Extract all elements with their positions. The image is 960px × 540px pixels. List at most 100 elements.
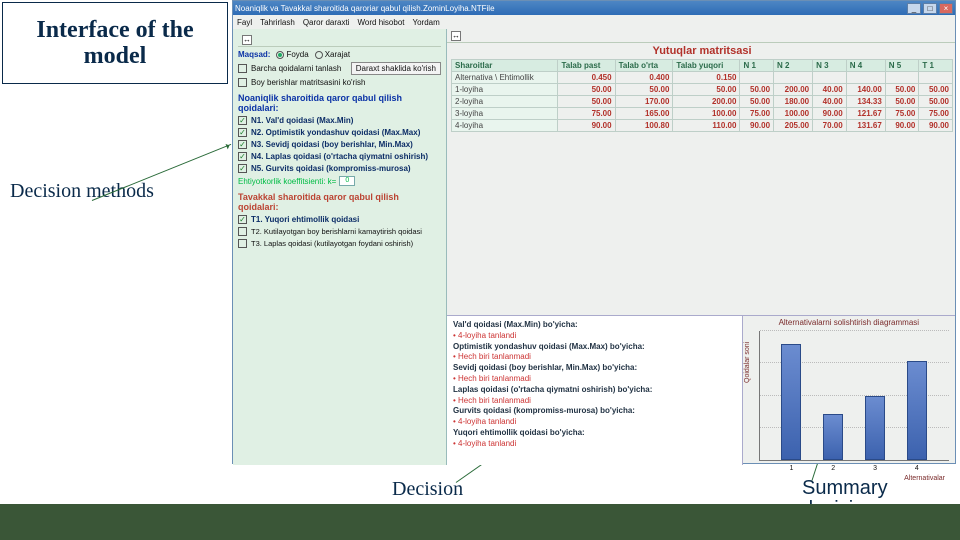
menu-edit[interactable]: Tahrirlash xyxy=(260,18,295,27)
cell: 90.00 xyxy=(885,120,919,132)
th-t1: T 1 xyxy=(919,60,953,72)
label-decision: Decision xyxy=(392,478,463,501)
window-close-button[interactable]: × xyxy=(939,3,953,14)
menu-help[interactable]: Yordam xyxy=(413,18,440,27)
cell: 121.67 xyxy=(846,108,885,120)
chk-select-all[interactable] xyxy=(238,64,247,73)
row-label: 2-loyiha xyxy=(452,96,558,108)
cell: 75.00 xyxy=(919,108,953,120)
cell: 70.00 xyxy=(813,120,847,132)
chart-bar xyxy=(823,414,843,460)
cell xyxy=(774,72,813,84)
cell: 50.00 xyxy=(558,84,615,96)
cell: 90.00 xyxy=(740,120,774,132)
row-label: 1-loyiha xyxy=(452,84,558,96)
matrix-area: Yutuqlar matritsasi Sharoitlar Talab pas… xyxy=(447,43,955,315)
cell: 140.00 xyxy=(846,84,885,96)
cell: 100.00 xyxy=(673,108,740,120)
radio-profit[interactable] xyxy=(276,51,284,59)
cell xyxy=(846,72,885,84)
table-row: 3-loyiha75.00165.00100.0075.00100.0090.0… xyxy=(452,108,953,120)
btn-tree-view[interactable]: Daraxt shaklida ko'rish xyxy=(351,62,441,75)
chk-show-loss-matrix[interactable] xyxy=(238,78,247,87)
menu-tree[interactable]: Qaror darахti xyxy=(303,18,350,27)
menu-report[interactable]: Word hisobot xyxy=(358,18,405,27)
cell: 50.00 xyxy=(558,96,615,108)
menubar: Fayl Tahrirlash Qaror darахti Word hisob… xyxy=(233,15,955,29)
row-label: 4-loyiha xyxy=(452,120,558,132)
coef-row: Ehtiyotkorlik koeffitsienti: k= 0 xyxy=(238,176,441,186)
expand-icon[interactable]: ↔ xyxy=(242,35,252,45)
bar-chart: Qoidalar soni Alternativalar 1234 xyxy=(759,331,949,461)
cell: 100.00 xyxy=(774,108,813,120)
chart-panel: Alternativalarni solishtirish diagrammas… xyxy=(742,316,955,465)
chk-n2[interactable] xyxy=(238,128,247,137)
th-n5: N 5 xyxy=(885,60,919,72)
left-panel: ↔ Maqsad: Foyda Xarajat Barcha qoidalarn… xyxy=(233,29,447,465)
chk-t2[interactable] xyxy=(238,227,247,236)
window-max-button[interactable]: □ xyxy=(923,3,937,14)
rule-t2: T2. Kutilayotgan boy berishlarni kamayti… xyxy=(251,227,422,236)
window-titlebar[interactable]: Noaniqlik va Tavakkal sharoitida qaroria… xyxy=(233,1,955,15)
table-row: 4-loyiha90.00100.80110.0090.00205.0070.0… xyxy=(452,120,953,132)
th-n2: N 2 xyxy=(774,60,813,72)
rule-n2: N2. Optimistik yondashuv qoidasi (Max.Ma… xyxy=(251,128,420,137)
cell: 50.00 xyxy=(615,84,673,96)
decision-results: Val'd qoidasi (Max.Min) bo'yicha:• 4-loy… xyxy=(447,316,742,465)
cell: 90.00 xyxy=(919,120,953,132)
cell: 170.00 xyxy=(615,96,673,108)
chart-bar xyxy=(907,361,927,460)
th-n3: N 3 xyxy=(813,60,847,72)
chk-n5[interactable] xyxy=(238,164,247,173)
cell: 200.00 xyxy=(673,96,740,108)
cell: 131.67 xyxy=(846,120,885,132)
chart-title: Alternativalarni solishtirish diagrammas… xyxy=(743,316,955,329)
window-min-button[interactable]: _ xyxy=(907,3,921,14)
radio-cost[interactable] xyxy=(315,51,323,59)
cell: 50.00 xyxy=(885,84,919,96)
cell: 90.00 xyxy=(558,120,615,132)
result-best: • 4-loyiha tanlandi xyxy=(453,417,736,428)
result-best: • Hech biri tanlanmadi xyxy=(453,352,736,363)
slide-title: Interface of the model xyxy=(2,2,228,84)
cell: 0.450 xyxy=(558,72,615,84)
window-title: Noaniqlik va Tavakkal sharoitida qaroria… xyxy=(235,4,495,13)
cell: 75.00 xyxy=(740,108,774,120)
expand-right-icon[interactable]: ↔ xyxy=(451,31,461,41)
table-row: Alternativa \ Ehtimollik0.4500.4000.150 xyxy=(452,72,953,84)
chk-n4[interactable] xyxy=(238,152,247,161)
chart-gridline xyxy=(760,330,949,331)
cell: 50.00 xyxy=(919,84,953,96)
chart-xtick: 3 xyxy=(873,465,877,472)
arrow-methods xyxy=(92,144,231,201)
rule-n1: N1. Val'd qoidasi (Max.Min) xyxy=(251,116,353,125)
cell: 50.00 xyxy=(673,84,740,96)
cell xyxy=(740,72,774,84)
radio-profit-label: Foyda xyxy=(286,50,308,59)
bottom-split: Val'd qoidasi (Max.Min) bo'yicha:• 4-loy… xyxy=(447,315,955,465)
rule-n3: N3. Sevidj qoidasi (boy berishlar, Min.M… xyxy=(251,140,413,149)
th-mid: Talab o'rta xyxy=(615,60,673,72)
coef-input[interactable]: 0 xyxy=(339,176,355,186)
chk-n1[interactable] xyxy=(238,116,247,125)
th-n1: N 1 xyxy=(740,60,774,72)
rule-t1: T1. Yuqori ehtimollik qoidasi xyxy=(251,215,359,224)
right-panel: ↔ Yutuqlar matritsasi Sharoitlar Talab p… xyxy=(447,29,955,465)
table-row: 2-loyiha50.00170.00200.0050.00180.0040.0… xyxy=(452,96,953,108)
chk-n3[interactable] xyxy=(238,140,247,149)
rule-n4: N4. Laplas qoidasi (o'rtacha qiymatni os… xyxy=(251,152,428,161)
menu-file[interactable]: Fayl xyxy=(237,18,252,27)
chk-t1[interactable] xyxy=(238,215,247,224)
cell: 50.00 xyxy=(740,96,774,108)
cell: 200.00 xyxy=(774,84,813,96)
cell: 50.00 xyxy=(919,96,953,108)
th-high: Talab yuqori xyxy=(673,60,740,72)
table-row: 1-loyiha50.0050.0050.0050.00200.0040.001… xyxy=(452,84,953,96)
coef-label: Ehtiyotkorlik koeffitsienti: k= xyxy=(238,177,336,186)
chart-xlabel: Alternativalar xyxy=(904,475,945,482)
cell xyxy=(885,72,919,84)
cell: 180.00 xyxy=(774,96,813,108)
payoff-table: Sharoitlar Talab past Talab o'rta Talab … xyxy=(451,59,953,132)
cell: 75.00 xyxy=(558,108,615,120)
chk-t3[interactable] xyxy=(238,239,247,248)
